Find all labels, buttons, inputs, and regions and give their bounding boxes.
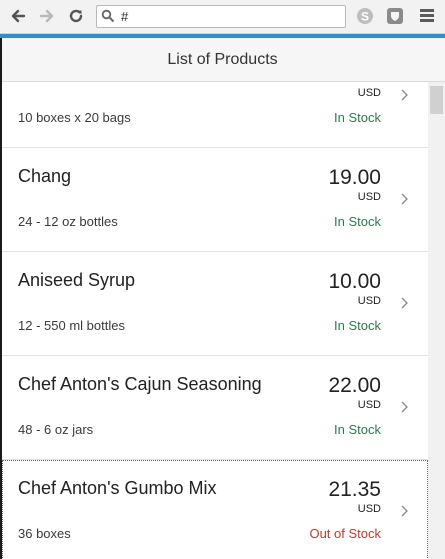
- product-currency: USD: [357, 503, 381, 515]
- product-name: Chef Anton's Gumbo Mix: [18, 478, 217, 498]
- product-price: 19.00: [328, 166, 381, 189]
- page-header: List of Products: [0, 38, 445, 82]
- chevron-right-icon: [400, 88, 410, 102]
- product-list: USD 10 boxes x 20 bags In Stock Chang 19…: [2, 82, 428, 559]
- chevron-right-icon: [400, 192, 410, 206]
- skype-icon[interactable]: S: [356, 7, 374, 25]
- product-name: Chef Anton's Cajun Seasoning: [18, 374, 262, 394]
- product-currency: USD: [357, 295, 381, 307]
- chevron-right-icon: [400, 504, 410, 518]
- product-name: Aniseed Syrup: [18, 270, 136, 290]
- list-item[interactable]: Chef Anton's Cajun Seasoning 22.00 USD 4…: [2, 356, 428, 460]
- stock-status: In Stock: [334, 422, 381, 437]
- product-unit: 24 - 12 oz bottles: [18, 214, 118, 229]
- stock-status: Out of Stock: [309, 526, 381, 541]
- address-bar[interactable]: #: [96, 5, 346, 28]
- product-currency: USD: [357, 399, 381, 411]
- stock-status: In Stock: [334, 110, 381, 125]
- product-currency: USD: [357, 191, 381, 203]
- address-text: #: [121, 9, 129, 24]
- product-unit: 10 boxes x 20 bags: [18, 110, 131, 125]
- list-item[interactable]: Chef Anton's Gumbo Mix 21.35 USD 36 boxe…: [2, 460, 428, 559]
- stock-status: In Stock: [334, 214, 381, 229]
- list-item[interactable]: USD 10 boxes x 20 bags In Stock: [2, 82, 428, 148]
- shield-extension-icon[interactable]: [386, 7, 404, 25]
- product-currency: USD: [357, 87, 381, 99]
- product-name: Chang: [18, 166, 72, 186]
- hamburger-menu-icon[interactable]: [420, 9, 434, 23]
- list-item[interactable]: Chang 19.00 USD 24 - 12 oz bottles In St…: [2, 148, 428, 252]
- product-price: 21.35: [328, 478, 381, 501]
- product-unit: 36 boxes: [18, 526, 71, 541]
- back-arrow-icon[interactable]: [8, 6, 28, 26]
- svg-text:S: S: [361, 10, 369, 24]
- browser-toolbar: # S: [0, 0, 445, 34]
- stock-status: In Stock: [334, 318, 381, 333]
- forward-arrow-icon[interactable]: [37, 6, 57, 26]
- list-item[interactable]: Aniseed Syrup 10.00 USD 12 - 550 ml bott…: [2, 252, 428, 356]
- search-icon: [101, 9, 115, 23]
- product-unit: 48 - 6 oz jars: [18, 422, 94, 437]
- scrollbar[interactable]: [428, 82, 445, 559]
- product-price: 10.00: [328, 270, 381, 293]
- browser-window: # S List of Products USD 10 boxes x 20 b…: [0, 0, 445, 559]
- chevron-right-icon: [400, 296, 410, 310]
- page-title: List of Products: [167, 50, 278, 68]
- product-price: 22.00: [328, 374, 381, 397]
- chevron-right-icon: [400, 400, 410, 414]
- scroll-thumb[interactable]: [430, 86, 443, 114]
- reload-icon[interactable]: [66, 6, 86, 26]
- product-unit: 12 - 550 ml bottles: [18, 318, 125, 333]
